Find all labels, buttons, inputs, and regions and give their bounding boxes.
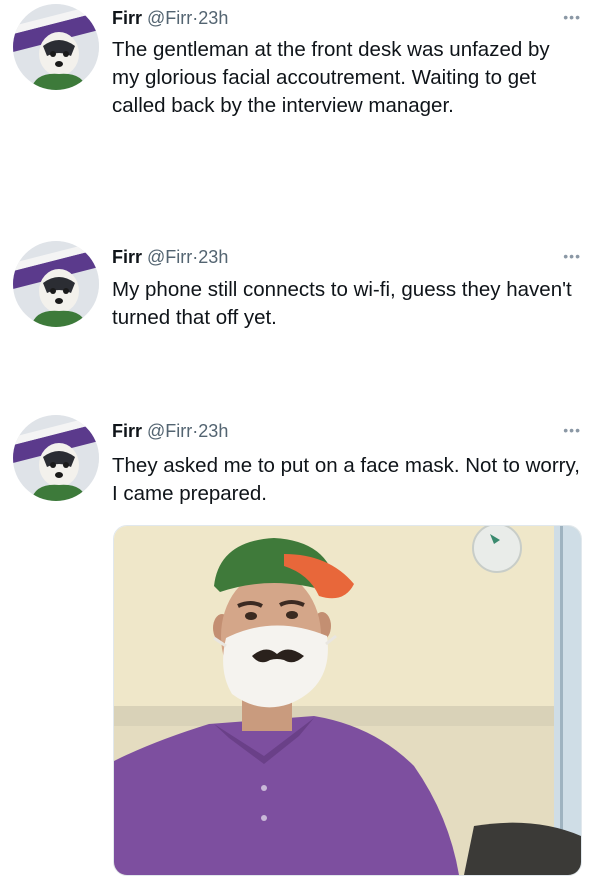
tweet[interactable]: Firr @Firr·23h ••• My phone still connec… <box>0 238 599 358</box>
man-with-mustache-mask-photo <box>114 526 581 875</box>
tweet-header: Firr @Firr·23h <box>112 420 228 442</box>
timestamp[interactable]: 23h <box>198 421 228 441</box>
avatar[interactable] <box>13 4 99 90</box>
timestamp[interactable]: 23h <box>198 247 228 267</box>
tweet[interactable]: Firr @Firr·23h ••• The gentleman at the … <box>0 0 599 200</box>
tweet-text: The gentleman at the front desk was unfa… <box>112 38 550 117</box>
fox-avatar-icon <box>13 4 99 90</box>
avatar[interactable] <box>13 415 99 501</box>
tweet-header: Firr @Firr·23h <box>112 7 228 29</box>
display-name[interactable]: Firr <box>112 247 142 267</box>
fox-avatar-icon <box>13 241 99 327</box>
more-dots-icon[interactable]: ••• <box>563 249 581 263</box>
display-name[interactable]: Firr <box>112 421 142 441</box>
user-handle[interactable]: @Firr <box>147 247 192 267</box>
more-dots-icon[interactable]: ••• <box>563 10 581 24</box>
tweet-header: Firr @Firr·23h <box>112 246 228 268</box>
tweet-text: They asked me to put on a face mask. Not… <box>112 454 580 505</box>
display-name[interactable]: Firr <box>112 8 142 28</box>
user-handle[interactable]: @Firr <box>147 8 192 28</box>
tweet-text: My phone still connects to wi-fi, guess … <box>112 278 572 329</box>
user-handle[interactable]: @Firr <box>147 421 192 441</box>
tweet-photo[interactable] <box>113 525 582 876</box>
timestamp[interactable]: 23h <box>198 8 228 28</box>
more-dots-icon[interactable]: ••• <box>563 423 581 437</box>
avatar[interactable] <box>13 241 99 327</box>
fox-avatar-icon <box>13 415 99 501</box>
